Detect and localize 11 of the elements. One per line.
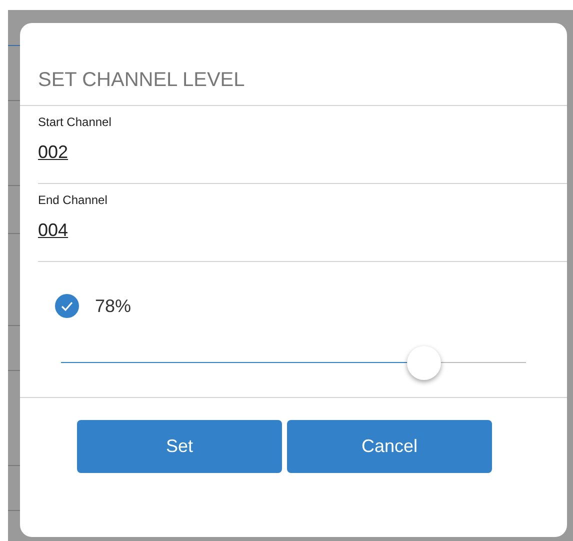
channel-field[interactable]: 002 xyxy=(38,143,68,161)
level-slider[interactable] xyxy=(61,346,526,380)
field-label: End Channel xyxy=(38,194,108,206)
checkbox[interactable] xyxy=(55,294,79,318)
cancel-button[interactable]: Cancel xyxy=(287,420,492,473)
channel-field[interactable]: 004 xyxy=(38,221,68,239)
field-label: Start Channel xyxy=(38,116,112,128)
level-reading: 78% xyxy=(95,297,132,315)
set-button[interactable]: Set xyxy=(77,420,282,473)
check-icon xyxy=(60,299,74,313)
dialog-title: SET CHANNEL LEVEL xyxy=(38,70,245,90)
